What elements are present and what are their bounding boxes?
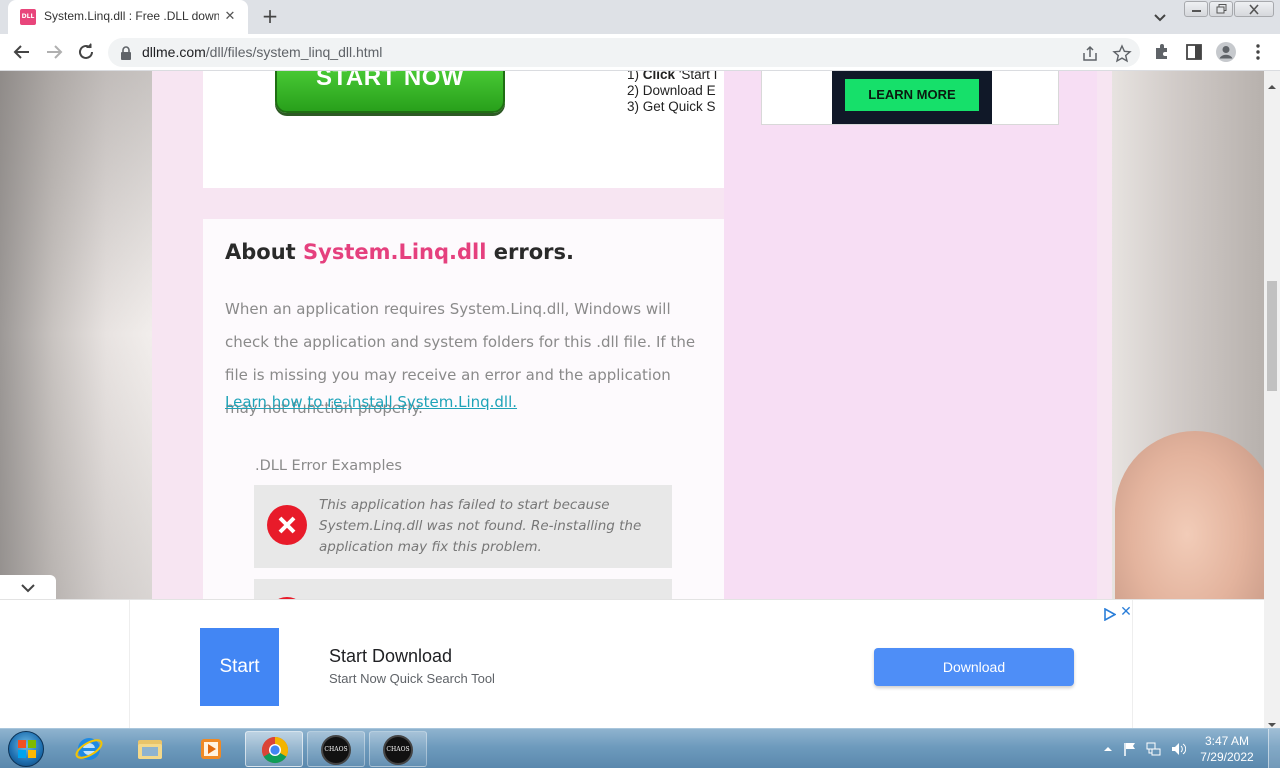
ad-step: 3) Get Quick S <box>627 99 716 114</box>
forward-arrow-icon[interactable] <box>42 40 66 64</box>
start-button[interactable] <box>8 731 44 767</box>
bookmark-star-icon[interactable] <box>1112 44 1132 64</box>
taskbar-media-player[interactable] <box>182 731 240 767</box>
minimize-button[interactable] <box>1184 1 1208 17</box>
tab-search-chevron-icon[interactable] <box>1150 7 1170 27</box>
download-button[interactable]: Download <box>874 648 1074 686</box>
scroll-down-arrow-icon[interactable] <box>1268 714 1276 727</box>
extensions-puzzle-icon[interactable] <box>1152 42 1172 62</box>
kebab-menu-icon[interactable] <box>1248 42 1268 62</box>
clock-date: 7/29/2022 <box>1200 750 1254 764</box>
bottom-ad-bar: Start Start Download Start Now Quick Sea… <box>0 599 1264 729</box>
about-heading: About System.Linq.dll errors. <box>225 240 574 264</box>
ad-logo[interactable]: Start <box>200 628 279 706</box>
tab-strip: DLL System.Linq.dll : Free .DLL downl ✕ … <box>0 0 1280 34</box>
lock-icon[interactable] <box>120 45 132 64</box>
profile-avatar-icon[interactable] <box>1215 41 1236 62</box>
taskbar-chrome[interactable] <box>245 731 303 767</box>
collapse-ad-button[interactable] <box>0 575 56 600</box>
bottom-ad: Start Start Download Start Now Quick Sea… <box>129 600 1133 729</box>
url-text: dllme.com/dll/files/system_linq_dll.html <box>142 44 383 60</box>
ad-close-icon[interactable]: ✕ <box>1119 605 1133 619</box>
clock-time: 3:47 AM <box>1204 734 1250 748</box>
taskbar-clock[interactable]: 3:47 AM 7/29/2022 <box>1192 733 1262 765</box>
show-desktop-button[interactable] <box>1268 729 1280 768</box>
reload-icon[interactable] <box>74 40 98 64</box>
chrome-icon <box>261 736 289 764</box>
ad-title[interactable]: Start Download <box>329 646 452 667</box>
taskbar-internet-explorer[interactable] <box>60 731 118 767</box>
error-examples-label: .DLL Error Examples <box>255 458 402 474</box>
error-example-item: This application has failed to start bec… <box>254 485 672 568</box>
taskbar-chaos-1[interactable]: CHAOS <box>307 731 365 767</box>
back-arrow-icon[interactable] <box>10 40 34 64</box>
reinstall-link[interactable]: Learn how to re-install System.Linq.dll. <box>225 393 517 411</box>
share-icon[interactable] <box>1080 44 1100 64</box>
network-icon[interactable] <box>1146 741 1162 757</box>
scrollbar-thumb[interactable] <box>1267 281 1277 391</box>
side-panel-icon[interactable] <box>1184 42 1204 62</box>
action-center-flag-icon[interactable] <box>1122 741 1138 757</box>
address-bar[interactable]: dllme.com/dll/files/system_linq_dll.html <box>108 38 1140 67</box>
error-x-icon <box>267 505 307 545</box>
learn-more-button[interactable]: LEARN MORE <box>845 79 979 111</box>
ad-step: 2) Download E <box>627 83 716 98</box>
dll-favicon-icon: DLL <box>20 9 36 25</box>
page-scrollbar[interactable] <box>1264 71 1280 728</box>
restore-button[interactable] <box>1209 1 1233 17</box>
internet-explorer-icon <box>75 738 103 760</box>
browser-toolbar: dllme.com/dll/files/system_linq_dll.html <box>0 34 1280 71</box>
scroll-up-arrow-icon[interactable] <box>1268 76 1276 89</box>
chaos-icon: CHAOS <box>383 735 413 765</box>
folder-icon <box>138 740 162 759</box>
taskbar-explorer[interactable] <box>121 731 179 767</box>
side-ad-banner: LEARN MORE <box>832 71 992 124</box>
ad-subtitle: Start Now Quick Search Tool <box>329 671 495 686</box>
error-example-text: This application has failed to start bec… <box>319 497 642 555</box>
tab-close-icon[interactable]: ✕ <box>222 9 238 25</box>
close-window-button[interactable] <box>1234 1 1274 17</box>
top-ad-card: START NOW 1) Click 'Start I 2) Download … <box>203 71 724 188</box>
taskbar-chaos-2[interactable]: CHAOS <box>369 731 427 767</box>
adchoices-icon[interactable] <box>1103 606 1117 622</box>
ad-step: 1) Click 'Start I <box>627 71 718 82</box>
volume-speaker-icon[interactable] <box>1170 741 1187 757</box>
new-tab-button[interactable]: + <box>258 5 282 29</box>
tab-title: System.Linq.dll : Free .DLL downl <box>44 9 219 23</box>
show-hidden-icons-chevron-icon[interactable] <box>1100 741 1116 757</box>
media-player-icon <box>201 739 221 759</box>
browser-tab[interactable]: DLL System.Linq.dll : Free .DLL downl ✕ <box>8 0 248 34</box>
windows-taskbar: CHAOS CHAOS 3:47 AM 7/29/2022 <box>0 728 1280 768</box>
ad-steps: 1) Click 'Start I 2) Download E 3) Get Q… <box>627 71 723 115</box>
side-ad: LEARN MORE <box>761 71 1059 125</box>
chaos-icon: CHAOS <box>321 735 351 765</box>
start-now-button[interactable]: START NOW <box>275 71 505 113</box>
